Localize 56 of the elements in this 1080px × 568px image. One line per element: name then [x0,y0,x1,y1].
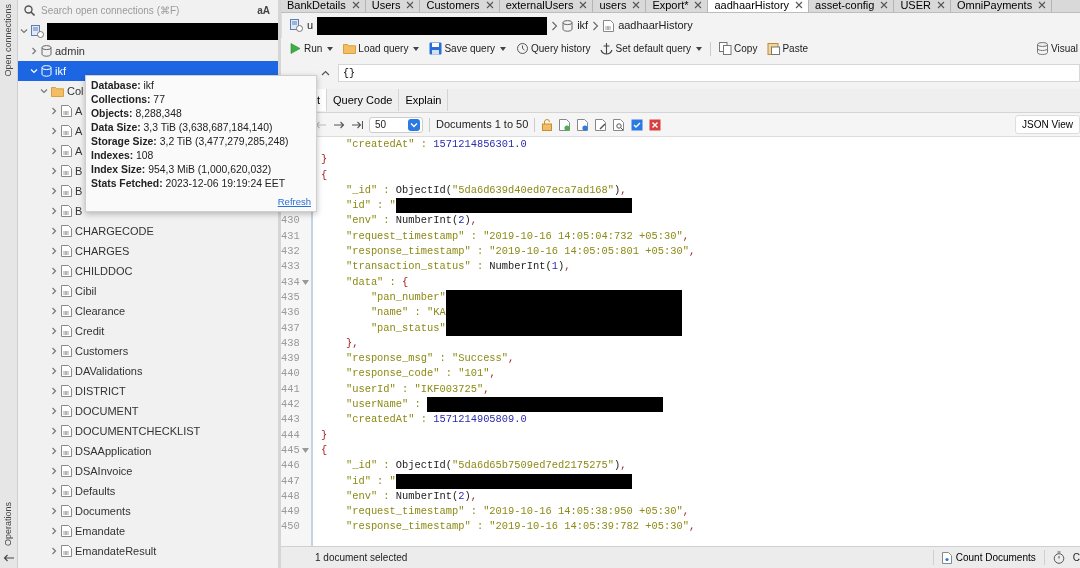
code-text: "response_timestamp" : "2019-10-16 14:05:39:782 +05:30", [344,520,696,533]
code-text: "pan_status" [369,321,446,334]
stats-line: Index Size: 954,3 MiB (1,000,620,032) [91,163,273,177]
code-text: "_id" : ObjectId("5da6d639d40ed07eca7ad168"), [344,183,627,196]
line-number: 435 [281,289,297,305]
code-text: "_id" : ObjectId("5da6d65b7509ed7ed2175275"), [344,459,627,472]
line-number: 450 [281,519,297,535]
code-text: "pan_number" [369,290,446,303]
stats-line: Data Size: 3,3 TiB (3,638,687,184,140) [91,121,274,135]
line-number: 436 [281,305,297,321]
code-text: "createdAt" : 1571214856301.0 [344,138,527,150]
stats-line: Collections: 77 [91,93,166,107]
line-number: 438 [281,335,297,351]
code-text: }, [344,336,359,349]
line-number: 446 [281,458,297,474]
line-number: 433 [281,259,297,275]
code-text: "response_timestamp" : "2019-10-16 14:05:05:801 +05:30", [344,245,696,258]
stats-line: Storage Size: 3,2 TiB (3,477,279,285,248) [91,135,290,149]
code-text: "request_timestamp" : "2019-10-16 14:05:38:950 +05:30", [344,505,689,518]
line-number: 445 [281,442,297,459]
code-text: "id" : " [344,199,396,212]
line-number: 440 [281,366,297,382]
sidebar-label: Operations [1,501,14,546]
line-number: 443 [281,412,297,428]
stats-line: Objects: 8,288,348 [91,107,183,121]
line-number: 442 [281,397,297,413]
code-text: } [321,153,328,166]
code-text: "response_code" : "101", [344,367,496,380]
code-text: "createdAt" : 1571214905809.0 [344,413,527,426]
document-range: Documents 1 to 50 [436,117,529,133]
stats-line: Database: ikf [91,79,155,93]
stats-line: Stats Fetched: 2023-12-06 19:19:24 EET [91,177,287,191]
line-number: 430 [281,213,297,229]
code-text: "transaction_status" : NumberInt(1), [344,260,571,273]
code-text: "response_msg" : "Success", [344,352,515,365]
code-text: "id" : " [344,474,396,487]
code-text: { [321,443,328,456]
code-text: "env" : NumberInt(2), [344,489,477,502]
stats-line: Indexes: 108 [91,149,155,163]
line-number: 437 [281,320,297,336]
line-number: 432 [281,244,297,260]
line-number: 439 [281,351,297,367]
status-text: 1 document selected [315,551,408,565]
code-text: "env" : NumberInt(2), [344,214,477,227]
code-text: "request_timestamp" : "2019-10-16 14:05:04:732 +05:30", [344,229,689,242]
line-number: 449 [281,504,297,520]
code-text: "name" : "KA [369,306,446,319]
code-text: { [321,168,328,181]
line-number: 448 [281,488,297,504]
code-text: "userName" : [344,398,422,411]
code-text: } [321,428,328,441]
code-text: "userId" : "IKF003725", [344,382,490,395]
code-text: "data" : { [344,275,409,288]
line-number: 447 [281,473,297,489]
sidebar-label: Open connections [1,4,14,77]
status-label: C [1072,551,1080,565]
